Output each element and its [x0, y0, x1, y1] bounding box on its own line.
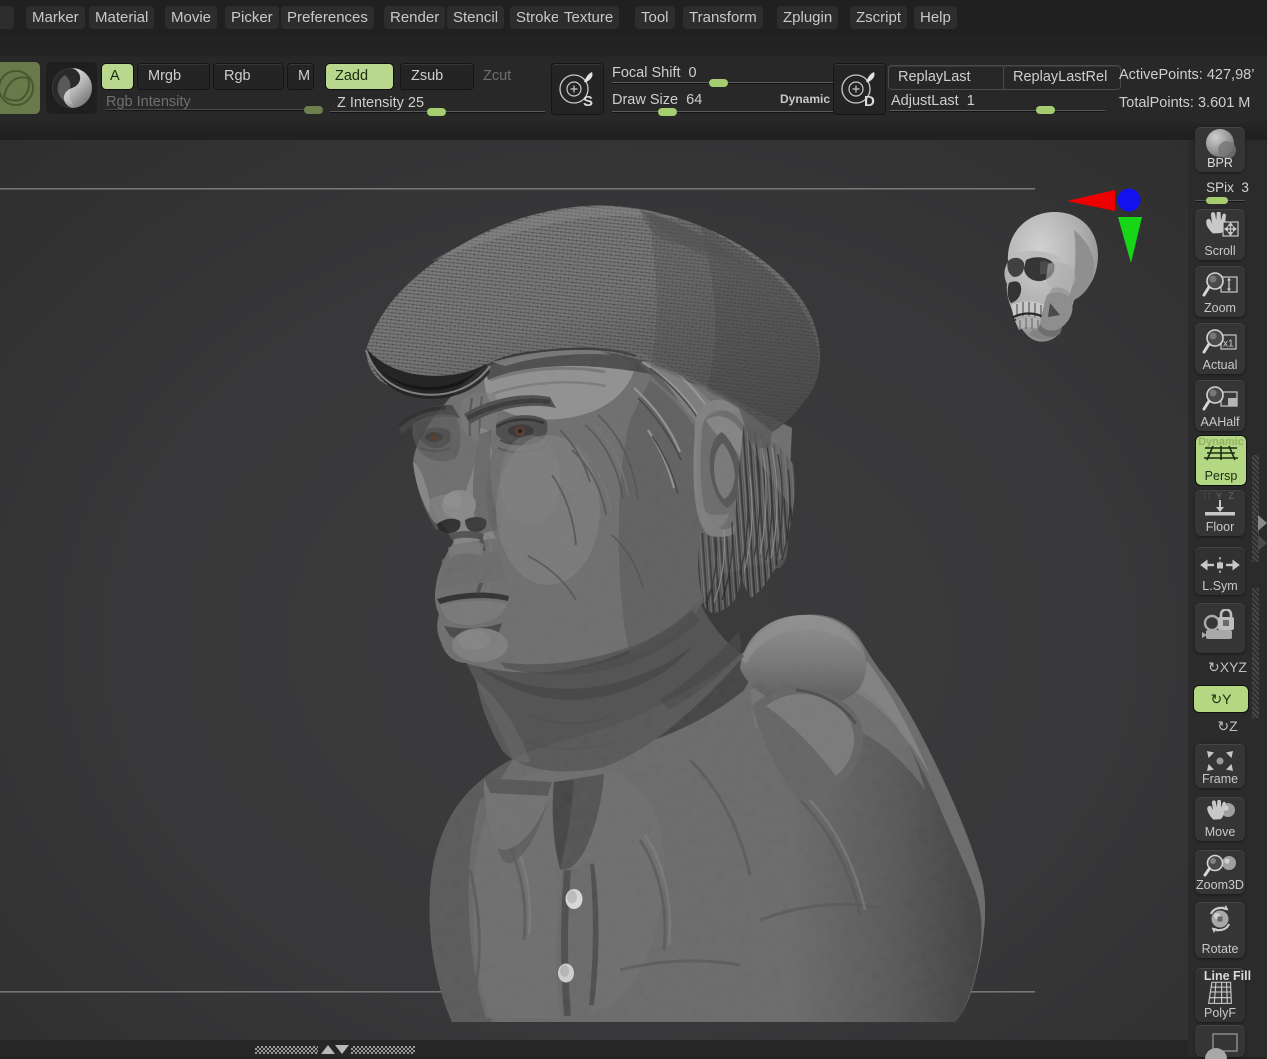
svg-text:x1: x1 [1223, 339, 1234, 350]
svg-text:S: S [583, 93, 593, 110]
svg-text:D: D [864, 93, 875, 110]
